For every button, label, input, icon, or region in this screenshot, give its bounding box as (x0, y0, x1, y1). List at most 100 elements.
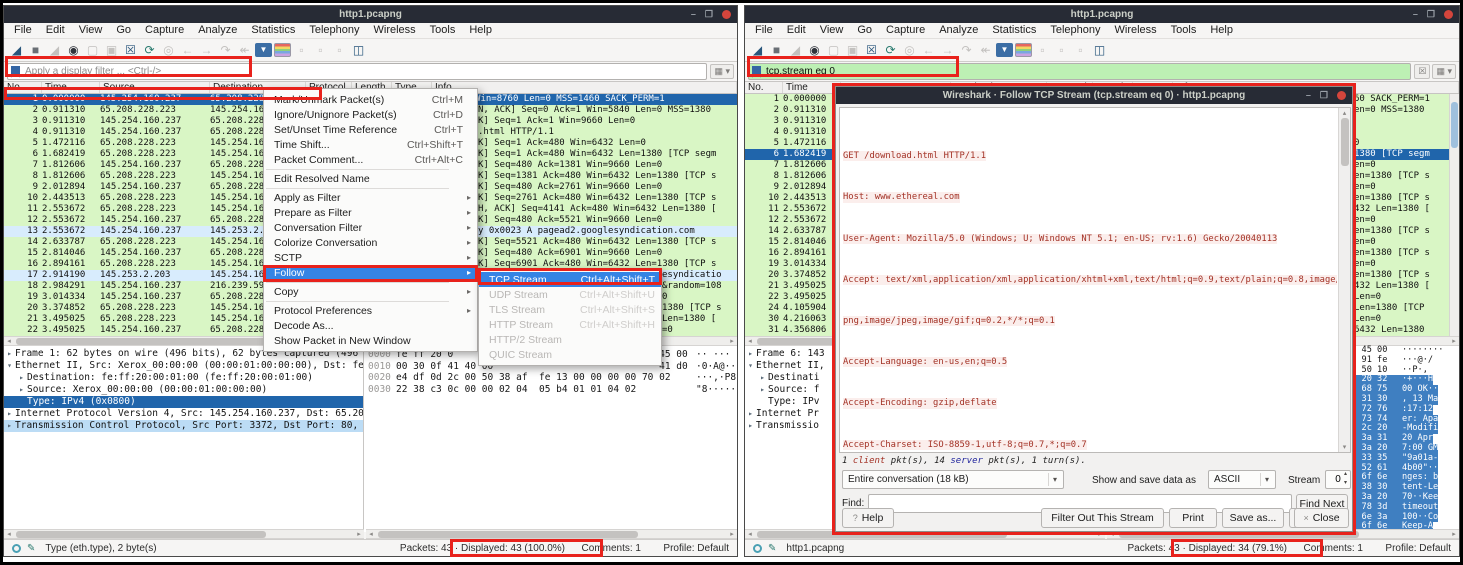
menu-item[interactable]: Telephony (1043, 23, 1107, 38)
toolbar-icon[interactable]: ▢ (825, 41, 842, 59)
toolbar-icon[interactable]: ◉ (806, 41, 823, 59)
filter-bookmark-icon[interactable] (752, 65, 761, 78)
scroll-thumb[interactable] (1341, 118, 1349, 166)
context-menu-item[interactable]: Prepare as Filter ▸ (264, 205, 477, 220)
expander-icon[interactable]: ▸ (745, 348, 756, 360)
context-menu-item[interactable]: Show Packet in New Window (264, 333, 477, 348)
packet-row-info[interactable]: en=0 (1352, 259, 1449, 270)
expander-icon[interactable]: ▸ (4, 420, 15, 432)
context-menu-item[interactable]: Set/Unset Time Reference Ctrl+T (264, 122, 477, 137)
detail-row[interactable]: ▸ Destination: fe:ff:20:00:01:00 (fe:ff:… (4, 372, 363, 384)
expander-icon[interactable]: ▸ (4, 348, 15, 360)
menu-item[interactable]: View (813, 23, 851, 38)
scroll-thumb[interactable] (16, 531, 266, 538)
toolbar-icon[interactable]: ▫ (1034, 41, 1051, 59)
packet-row-info[interactable]: en=1380 [TCP s (1352, 171, 1449, 182)
close-icon[interactable] (722, 10, 731, 19)
toolbar-icon[interactable]: ■ (768, 41, 785, 59)
packet-row-info[interactable]: en=0 (1352, 160, 1449, 171)
menu-item[interactable]: File (748, 23, 780, 38)
packet-list-vscrollbar[interactable] (1449, 94, 1459, 336)
packet-row-info[interactable]: en=1380 [TCP s (1352, 248, 1449, 259)
toolbar-icon[interactable]: ◫ (1091, 41, 1108, 59)
packet-row-info[interactable]: en=0 (1352, 182, 1449, 193)
expert-info-icon[interactable] (12, 543, 21, 553)
toolbar-icon[interactable]: ■ (27, 41, 44, 59)
context-menu-item[interactable]: Decode As... (264, 318, 477, 333)
scroll-right-icon[interactable]: ▸ (727, 337, 737, 345)
menu-item[interactable]: Tools (423, 23, 463, 38)
hex-row[interactable]: 0020 e4 df 0d 2c 00 50 38 af fe 13 00 00… (364, 372, 737, 384)
packet-row-info[interactable]: 60 SACK_PERM=1 (1352, 94, 1449, 105)
packet-row-info[interactable]: en=0 (1352, 215, 1449, 226)
toolbar-icon[interactable]: ▫ (293, 41, 310, 59)
save-as-button[interactable]: Save as... (1222, 508, 1284, 528)
menu-item[interactable]: Go (850, 23, 879, 38)
menu-item[interactable]: Statistics (244, 23, 302, 38)
detail-row[interactable]: Type: IPv4 (0x0800) (4, 396, 363, 408)
stream-text[interactable]: GET /download.html HTTP/1.1 Host: www.et… (843, 110, 1337, 452)
maximize-icon[interactable]: ❐ (1320, 87, 1328, 104)
packet-row-info[interactable]: 0 (1352, 138, 1449, 149)
scroll-left-icon[interactable]: ◂ (4, 530, 14, 538)
capture-comment-icon[interactable]: ✎ (27, 543, 35, 554)
menu-item[interactable]: Analyze (191, 23, 244, 38)
packet-row-info[interactable] (1352, 116, 1449, 127)
toolbar-icon[interactable]: ⟳ (141, 41, 158, 59)
toolbar-icon[interactable]: ▼ (996, 43, 1013, 57)
expander-icon[interactable]: ▾ (4, 360, 15, 372)
expander-icon[interactable]: ▸ (757, 372, 768, 384)
scroll-up-icon[interactable]: ▴ (1339, 109, 1350, 117)
status-profile[interactable]: Profile: Default (663, 543, 729, 554)
column-no[interactable]: No. (745, 82, 783, 93)
toolbar-icon[interactable]: ↷ (958, 41, 975, 59)
context-menu-item[interactable]: Packet Comment... Ctrl+Alt+C (264, 152, 477, 167)
toolbar-icon[interactable]: ▣ (844, 41, 861, 59)
packet-row-info[interactable]: Len=0 (1352, 292, 1449, 303)
help-button[interactable]: ? Help (842, 508, 894, 528)
toolbar-icon[interactable]: ▫ (331, 41, 348, 59)
minimize-icon[interactable]: – (691, 6, 696, 23)
status-profile[interactable]: Profile: Default (1385, 543, 1451, 554)
window-titlebar[interactable]: http1.pcapng – ❐ (4, 6, 737, 23)
packet-row-info[interactable]: en=1380 [TCP s (1352, 226, 1449, 237)
scroll-right-icon[interactable]: ▸ (1449, 530, 1459, 538)
menu-item[interactable]: Capture (138, 23, 191, 38)
packet-row-info[interactable]: en=1380 [TCP s (1352, 270, 1449, 281)
maximize-icon[interactable]: ❐ (705, 6, 713, 23)
detail-hscrollbar[interactable]: ◂ ▸ (4, 529, 364, 539)
submenu-item[interactable]: TCP Stream Ctrl+Alt+Shift+T (479, 272, 661, 287)
expert-info-icon[interactable] (753, 543, 762, 553)
scroll-right-icon[interactable]: ▸ (727, 530, 737, 538)
toolbar-icon[interactable]: ← (179, 41, 196, 59)
detail-row[interactable]: ▸ Transmission Control Protocol, Src Por… (4, 420, 363, 432)
toolbar-icon[interactable]: ▫ (1072, 41, 1089, 59)
toolbar-icon[interactable]: ↞ (977, 41, 994, 59)
capture-comment-icon[interactable]: ✎ (768, 543, 776, 554)
context-menu-item[interactable]: Protocol Preferences ▸ (264, 303, 477, 318)
filter-expression-icon[interactable]: ▦ ▾ (710, 64, 734, 79)
filter-bookmark-icon[interactable] (11, 65, 20, 78)
dialog-titlebar[interactable]: Wireshark · Follow TCP Stream (tcp.strea… (836, 87, 1352, 104)
filter-expression-icon[interactable]: ▦ ▾ (1432, 64, 1456, 79)
minimize-icon[interactable]: – (1306, 87, 1311, 104)
toolbar-icon[interactable]: ▣ (103, 41, 120, 59)
packet-row-info[interactable]: en=1380 [TCP s (1352, 193, 1449, 204)
submenu-item[interactable]: HTTP/2 Stream (479, 332, 661, 347)
submenu-item[interactable]: TLS Stream Ctrl+Alt+Shift+S (479, 302, 661, 317)
column-source[interactable]: Source (100, 82, 210, 93)
toolbar-icon[interactable]: ⟳ (882, 41, 899, 59)
menu-item[interactable]: Statistics (985, 23, 1043, 38)
expander-icon[interactable]: ▸ (745, 408, 756, 420)
context-menu-item[interactable]: Edit Resolved Name (264, 171, 477, 186)
menu-item[interactable]: Edit (780, 23, 813, 38)
packet-row-info[interactable]: 1380 [TCP segm (1352, 149, 1449, 160)
submenu-item[interactable]: UDP Stream Ctrl+Alt+Shift+U (479, 287, 661, 302)
conversation-select[interactable]: Entire conversation (18 kB) ▾ (842, 470, 1064, 489)
packet-row-info[interactable]: Len=1380 [TCP (1352, 303, 1449, 314)
menu-item[interactable]: View (72, 23, 110, 38)
context-menu-item[interactable]: Ignore/Unignore Packet(s) Ctrl+D (264, 107, 477, 122)
scroll-right-icon[interactable]: ▸ (354, 530, 364, 538)
scroll-left-icon[interactable]: ◂ (745, 337, 755, 345)
context-menu-item[interactable]: Follow ▸ (264, 265, 477, 280)
